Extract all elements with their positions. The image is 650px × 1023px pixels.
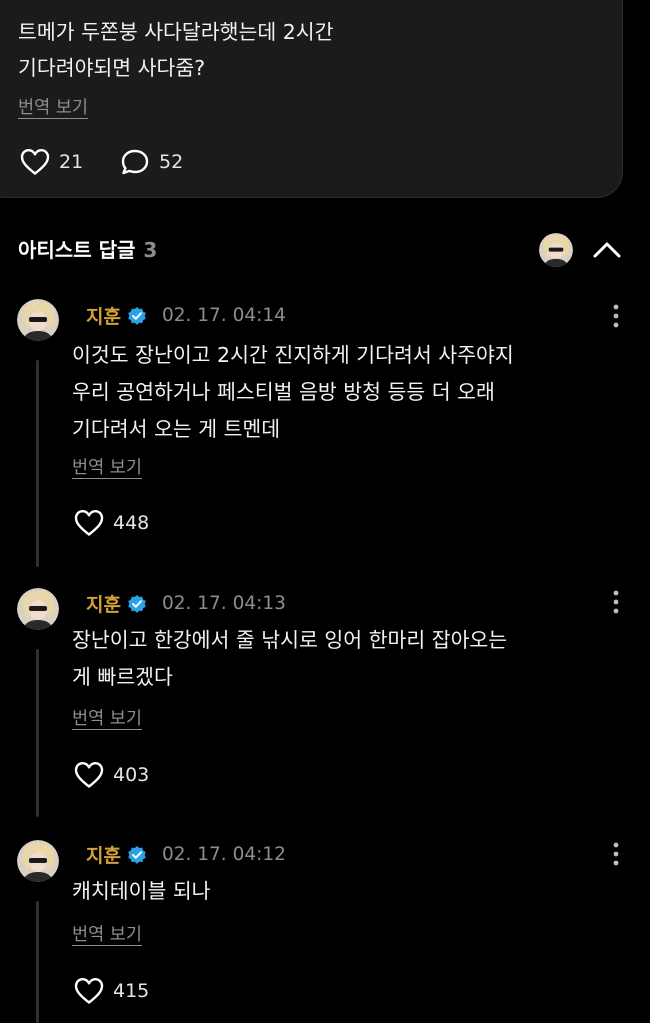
reply-text-line: 우리 공연하거나 페스티벌 음방 방청 등등 더 오래 [72,380,495,404]
reply-text-line: 장난이고 한강에서 줄 낚시로 잉어 한마리 잡아오는 [72,628,508,652]
kebab-menu-icon[interactable] [606,588,626,616]
reply-author-avatar[interactable] [17,299,59,341]
thread-line [36,901,39,1023]
post-comment-button[interactable]: 52 [120,148,183,176]
reply-text-line: 게 빠르겠다 [72,665,173,689]
heart-outline-icon [74,761,104,789]
thread-line [36,360,39,567]
heart-outline-icon [74,509,104,537]
reply-like-count: 415 [113,980,150,1002]
artist-replies-header: 아티스트 답글 3 [18,234,157,263]
reply-author-name[interactable]: 지훈 [86,590,121,617]
reply-text: 캐치테이블 되나 [72,873,211,910]
artist-replies-title: 아티스트 답글 [18,238,136,262]
artist-avatar[interactable] [539,233,573,267]
verified-badge-icon [128,845,146,864]
replies-screen: 트메가 두쫀붕 사다달라햇는데 2시간 기다려야되면 사다줌? 번역 보기 21… [0,0,650,1023]
verified-badge-icon [128,594,146,613]
reply-timestamp: 02. 17. 04:12 [161,844,286,865]
post-translate-link[interactable]: 번역 보기 [18,94,88,119]
reply-translate-link[interactable]: 번역 보기 [72,921,142,946]
post-like-button[interactable]: 21 [20,148,83,176]
reply-author-name[interactable]: 지훈 [86,841,121,868]
verified-badge-icon [128,306,146,325]
speech-bubble-icon [120,148,150,176]
reply-like-count: 448 [113,512,150,534]
reply-timestamp: 02. 17. 04:13 [161,593,286,614]
post-comment-count: 52 [159,151,184,173]
reply-timestamp: 02. 17. 04:14 [161,305,286,326]
post-text-line: 트메가 두쫀붕 사다달라햇는데 2시간 [18,20,334,44]
reply-meta: 지훈 02. 17. 04:12 [86,841,286,868]
reply-text-line: 캐치테이블 되나 [72,879,211,903]
reply-meta: 지훈 02. 17. 04:13 [86,590,286,617]
kebab-menu-icon[interactable] [606,302,626,330]
post-text-line: 기다려야되면 사다줌? [18,56,206,80]
thread-line [36,649,39,817]
post-text: 트메가 두쫀붕 사다달라햇는데 2시간 기다려야되면 사다줌? [18,14,334,86]
reply-meta: 지훈 02. 17. 04:14 [86,302,286,329]
post-like-count: 21 [59,151,84,173]
reply-like-count: 403 [113,764,150,786]
reply-author-name[interactable]: 지훈 [86,302,121,329]
reply-author-avatar[interactable] [17,840,59,882]
reply-like-button[interactable]: 448 [74,509,149,537]
reply-translate-link[interactable]: 번역 보기 [72,705,142,730]
artist-replies-count: 3 [143,238,158,262]
heart-outline-icon [20,148,50,176]
reply-translate-link[interactable]: 번역 보기 [72,454,142,479]
reply-text: 장난이고 한강에서 줄 낚시로 잉어 한마리 잡아오는 게 빠르겠다 [72,622,507,696]
reply-author-avatar[interactable] [17,588,59,630]
reply-text-line: 이것도 장난이고 2시간 진지하게 기다려서 사주야지 [72,343,514,367]
heart-outline-icon [74,977,104,1005]
reply-like-button[interactable]: 403 [74,761,149,789]
kebab-menu-icon[interactable] [606,840,626,868]
reply-like-button[interactable]: 415 [74,977,149,1005]
reply-text: 이것도 장난이고 2시간 진지하게 기다려서 사주야지 우리 공연하거나 페스티… [72,337,514,448]
reply-text-line: 기다려서 오는 게 트멘데 [72,417,281,441]
chevron-up-icon[interactable] [590,236,624,264]
